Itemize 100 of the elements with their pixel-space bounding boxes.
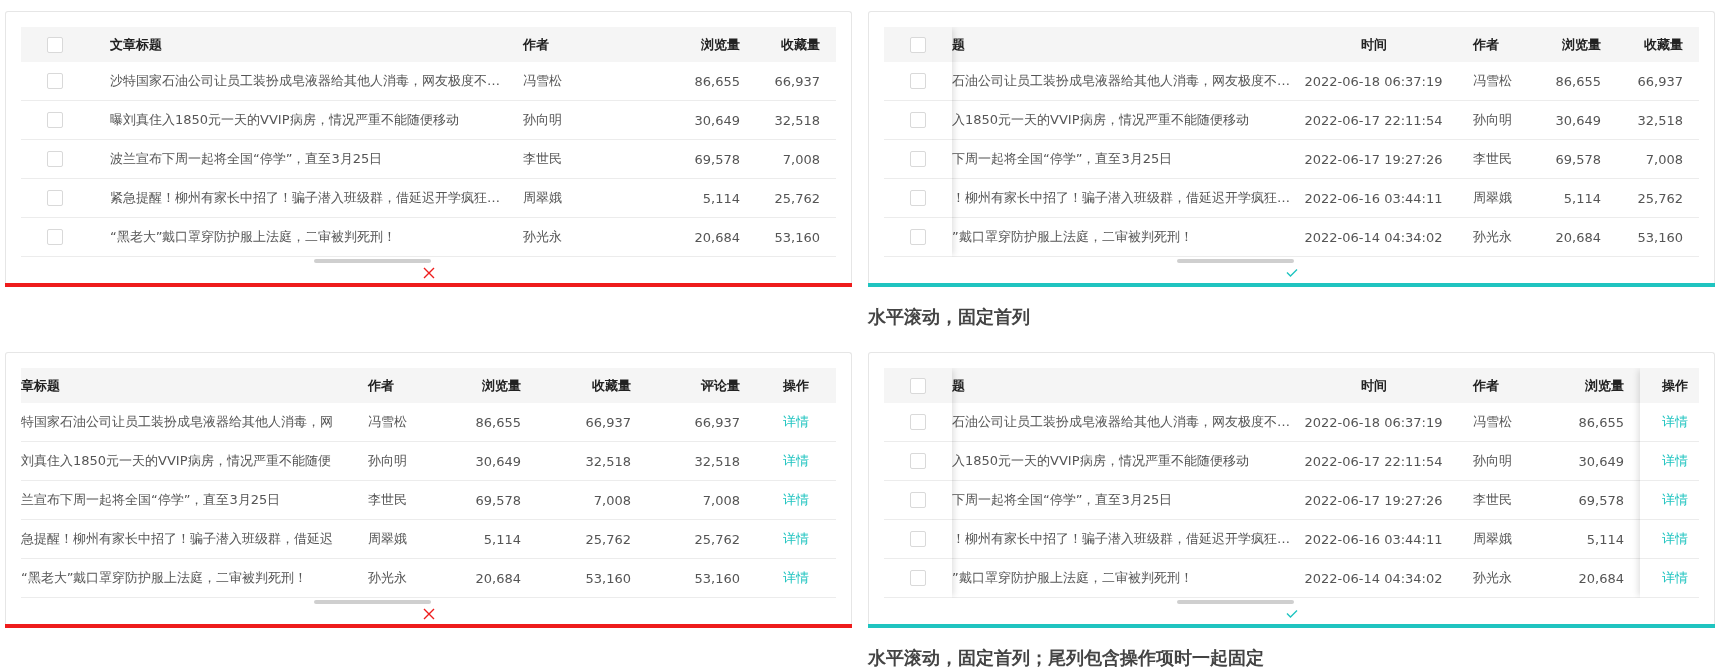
table-cell: 冯雪松	[523, 72, 562, 90]
details-link[interactable]: 详情	[783, 530, 809, 548]
table-cell: 2022-06-17 19:27:26	[1304, 492, 1443, 508]
column-header: 作者	[1473, 35, 1499, 54]
details-link[interactable]: 详情	[783, 452, 809, 470]
column-header: 收藏量	[781, 35, 820, 54]
caption: 水平滚动，固定首列	[868, 305, 1031, 329]
table-cell: 孙光永	[368, 569, 407, 587]
table-cell: 2022-06-16 03:44:11	[1304, 531, 1443, 547]
details-link[interactable]: 详情	[1661, 491, 1688, 509]
table-cell: 5,114	[483, 531, 521, 547]
table-cell: 86,655	[694, 73, 740, 89]
table-cell: 66,937	[1637, 73, 1683, 89]
checkbox[interactable]	[910, 453, 926, 469]
table-cell: 孙向明	[1473, 452, 1512, 470]
details-link[interactable]: 详情	[783, 491, 809, 509]
checkbox[interactable]	[47, 190, 63, 206]
table-cell: 2022-06-17 19:27:26	[1304, 151, 1443, 167]
column-header: 作者	[368, 376, 394, 395]
column-header: 浏览量	[482, 376, 521, 395]
checkbox[interactable]	[47, 151, 63, 167]
table-cell: 53,160	[585, 570, 631, 586]
table-cell: 20,684	[475, 570, 521, 586]
table-cell: 53,160	[694, 570, 740, 586]
details-link[interactable]: 详情	[1661, 530, 1688, 548]
checkbox[interactable]	[47, 229, 63, 245]
column-header: 作者	[523, 35, 549, 54]
table-cell: 孙光永	[523, 228, 562, 246]
table-cell: 下周一起将全国“停学”，直至3月25日	[952, 491, 1173, 509]
table-cell: 孙光永	[1473, 569, 1512, 587]
checkbox[interactable]	[910, 377, 926, 394]
column-header: 题	[952, 376, 965, 395]
table-cell: 25,762	[694, 531, 740, 547]
checkbox[interactable]	[910, 570, 926, 586]
table-cell: 69,578	[475, 492, 521, 508]
checkbox[interactable]	[910, 190, 926, 206]
table-cell: 刘真住入1850元一天的VVIP病房，情况严重不能随便	[21, 452, 331, 470]
checkbox[interactable]	[47, 73, 63, 89]
table-cell: 5,114	[702, 190, 740, 206]
checkbox[interactable]	[910, 531, 926, 547]
table-cell: 20,684	[1578, 570, 1624, 586]
table-cell: 25,762	[774, 190, 820, 206]
column-header: 操作	[783, 376, 809, 395]
table-cell: 7,008	[782, 151, 820, 167]
scrollbar-thumb[interactable]	[314, 259, 431, 263]
table-cell: 2022-06-17 22:11:54	[1304, 112, 1443, 128]
details-link[interactable]: 详情	[1661, 452, 1688, 470]
table-cell: 30,649	[1555, 112, 1601, 128]
details-link[interactable]: 详情	[1661, 413, 1688, 431]
table-cell: ！柳州有家长中招了！骗子潜入班级群，借延迟开学疯狂…	[952, 189, 1290, 207]
checkbox[interactable]	[47, 112, 63, 128]
checkbox[interactable]	[910, 112, 926, 128]
table-cell: 2022-06-14 04:34:02	[1304, 229, 1443, 245]
table-cell: 孙向明	[523, 111, 562, 129]
details-link[interactable]: 详情	[1661, 569, 1688, 587]
table-cell: 冯雪松	[368, 413, 407, 431]
table-cell: 2022-06-16 03:44:11	[1304, 190, 1443, 206]
column-header: 浏览量	[701, 35, 740, 54]
checkbox[interactable]	[910, 36, 926, 53]
column-header: 浏览量	[1562, 35, 1601, 54]
table-cell: 86,655	[1578, 414, 1624, 430]
column-header: 章标题	[21, 376, 60, 395]
checkbox[interactable]	[47, 36, 63, 53]
table-cell: 下周一起将全国“停学”，直至3月25日	[952, 150, 1173, 168]
table-cell: 石油公司让员工装扮成皂液器给其他人消毒，网友极度不…	[952, 413, 1290, 431]
column-header: 收藏量	[1644, 35, 1683, 54]
table-cell: 5,114	[1586, 531, 1624, 547]
checkbox[interactable]	[910, 229, 926, 245]
table-cell: 李世民	[1473, 150, 1512, 168]
checkbox[interactable]	[910, 73, 926, 89]
table-cell: 20,684	[694, 229, 740, 245]
table-cell: 沙特国家石油公司让员工装扮成皂液器给其他人消毒，网友极度不…	[110, 72, 500, 90]
table-cell: 86,655	[1555, 73, 1601, 89]
table-cell: 周翠娥	[523, 189, 562, 207]
table-cell: 波兰宣布下周一起将全国“停学”，直至3月25日	[110, 150, 383, 168]
table-cell: 69,578	[1555, 151, 1601, 167]
table-cell: 5,114	[1563, 190, 1601, 206]
table-cell: 入1850元一天的VVIP病房，情况严重不能随便移动	[952, 452, 1249, 470]
table-cell: 李世民	[1473, 491, 1512, 509]
table-cell: 66,937	[585, 414, 631, 430]
scrollbar-thumb[interactable]	[1177, 259, 1294, 263]
table-cell: 曝刘真住入1850元一天的VVIP病房，情况严重不能随便移动	[110, 111, 459, 129]
table-cell: 2022-06-18 06:37:19	[1304, 73, 1443, 89]
table-cell: 孙向明	[1473, 111, 1512, 129]
table-cell: 25,762	[585, 531, 631, 547]
details-link[interactable]: 详情	[783, 569, 809, 587]
details-link[interactable]: 详情	[783, 413, 809, 431]
table-cell: 7,008	[702, 492, 740, 508]
scrollbar-thumb[interactable]	[1177, 600, 1294, 604]
table-cell: 32,518	[1637, 112, 1683, 128]
table-cell: 石油公司让员工装扮成皂液器给其他人消毒，网友极度不…	[952, 72, 1290, 90]
checkbox[interactable]	[910, 492, 926, 508]
column-header: 题	[952, 35, 965, 54]
checkbox[interactable]	[910, 151, 926, 167]
table-cell: 2022-06-14 04:34:02	[1304, 570, 1443, 586]
scrollbar-thumb[interactable]	[314, 600, 431, 604]
table-cell: 25,762	[1637, 190, 1683, 206]
column-header: 评论量	[701, 376, 740, 395]
caption: 水平滚动，固定首列；尾列包含操作项时一起固定	[868, 646, 1265, 670]
checkbox[interactable]	[910, 414, 926, 430]
